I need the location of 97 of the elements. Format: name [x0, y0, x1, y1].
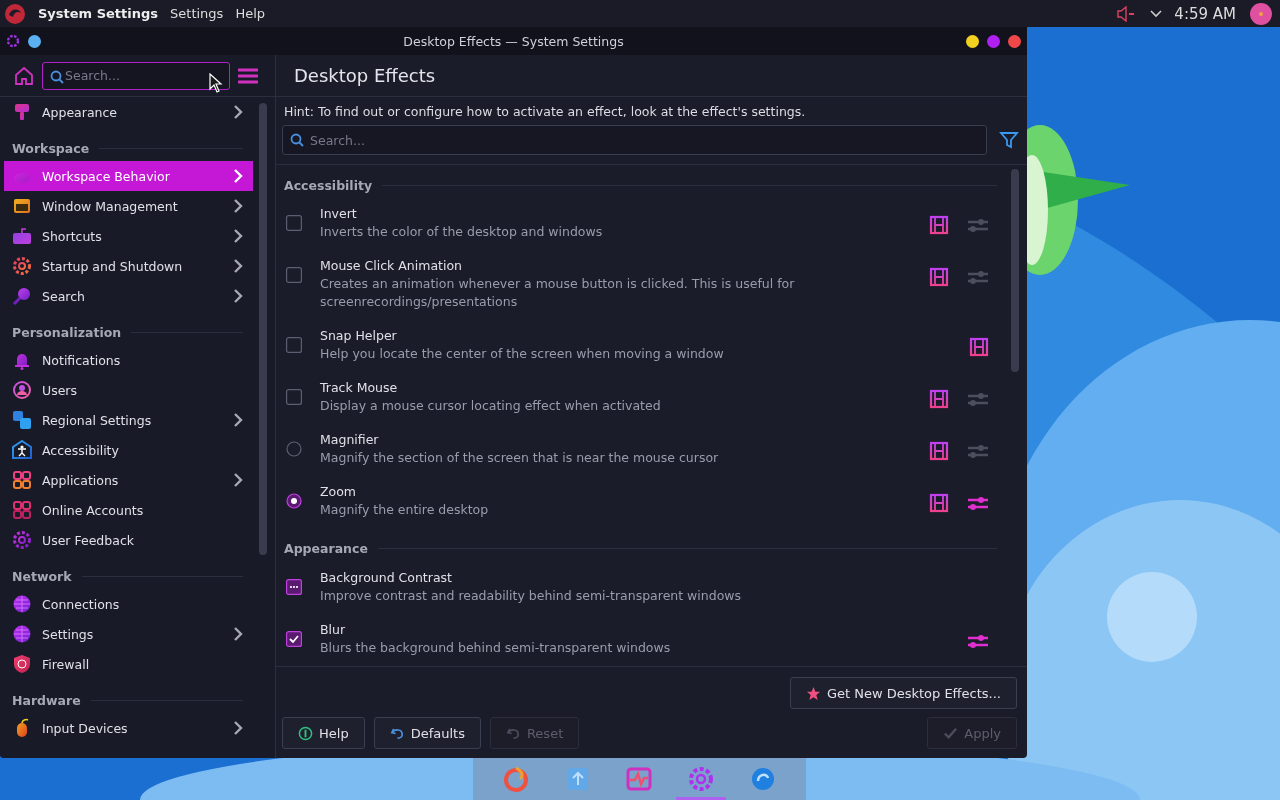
home-icon[interactable]	[14, 65, 34, 86]
sidebar-item[interactable]: Appearance	[4, 97, 253, 127]
checkmark-icon	[943, 725, 959, 741]
minimize-button[interactable]	[966, 34, 979, 48]
effect-description: Magnify the section of the screen that is near the mouse cursor	[320, 449, 720, 467]
scrollbar-thumb[interactable]	[1011, 169, 1019, 372]
gear-icon[interactable]	[6, 34, 20, 48]
effect-description: Blurs the background behind semi-transparent windows	[320, 639, 672, 657]
film-strip-icon[interactable]	[929, 389, 949, 409]
clock[interactable]: 4:59 AM	[1174, 4, 1236, 23]
sidebar-item[interactable]: Startup and Shutdown	[4, 251, 253, 281]
user-icon	[12, 380, 32, 400]
star-icon	[805, 685, 821, 701]
search-icon	[290, 133, 304, 147]
effect-name: Mouse Click Animation	[320, 257, 464, 275]
radio-button[interactable]	[286, 493, 302, 509]
avatar-icon[interactable]	[1250, 2, 1272, 25]
effect-description: Help you locate the center of the screen when moving a window	[320, 345, 725, 363]
grid-icon	[12, 500, 32, 520]
globe-icon	[12, 594, 32, 614]
sidebar-item[interactable]: User Feedback	[4, 525, 253, 555]
menu-icon[interactable]	[238, 67, 258, 84]
radio-button[interactable]	[286, 441, 302, 457]
gear-icon	[12, 530, 32, 550]
search-icon	[50, 69, 64, 84]
checkbox[interactable]	[286, 631, 302, 647]
menu-item[interactable]: Settings	[170, 6, 224, 21]
checkbox[interactable]	[286, 267, 302, 283]
magnifier-icon	[12, 286, 32, 306]
sidebar-item[interactable]: Window Management	[4, 191, 253, 221]
accessibility-icon	[12, 440, 32, 460]
film-strip-icon[interactable]	[929, 267, 949, 287]
language-icon	[12, 410, 32, 430]
effect-name: Magnifier	[320, 431, 380, 449]
sidebar-item[interactable]: Firewall	[4, 649, 253, 679]
effect-name: Blur	[320, 621, 347, 639]
window-title: Desktop Effects — System Settings	[403, 33, 624, 49]
search-field[interactable]: Search...	[282, 125, 987, 155]
effect-name: Zoom	[320, 483, 358, 501]
group-heading: Accessibility	[284, 177, 373, 193]
mouse-pointer-icon	[209, 73, 223, 93]
section-heading: Personalization	[12, 324, 122, 340]
pin-button[interactable]	[28, 34, 41, 48]
window-icon	[12, 196, 32, 216]
checkbox[interactable]	[286, 389, 302, 405]
sidebar-item[interactable]: Notifications	[4, 345, 253, 375]
section-heading: Workspace	[12, 140, 90, 156]
checkbox[interactable]	[286, 215, 302, 231]
sidebar-item[interactable]: Settings	[4, 619, 253, 649]
effect-name: Track Mouse	[320, 379, 399, 397]
film-strip-icon[interactable]	[929, 441, 949, 461]
defaults-button[interactable]: Defaults	[373, 717, 481, 749]
sidebar-item[interactable]: Shortcuts	[4, 221, 253, 251]
sidebar-item[interactable]: Input Devices	[4, 713, 253, 743]
sidebar-item[interactable]: Users	[4, 375, 253, 405]
gear-icon	[12, 256, 32, 276]
filter-icon[interactable]	[999, 130, 1019, 150]
hint-text: Hint: To find out or configure how to activate an effect, look at the effect's settings.	[283, 103, 807, 121]
app-name: System Settings	[38, 6, 159, 21]
chevron-down-icon[interactable]	[1150, 9, 1163, 18]
sidebar-item[interactable]: Connections	[4, 589, 253, 619]
effect-description: Display a mouse cursor locating effect when activated	[320, 397, 662, 415]
info-icon	[298, 725, 313, 741]
get-new-button[interactable]: Get New Desktop Effects...	[789, 677, 1017, 709]
search-field[interactable]: Search...	[42, 61, 230, 90]
menu-item[interactable]: Help	[235, 6, 265, 21]
checkbox[interactable]	[286, 579, 302, 595]
checkbox[interactable]	[286, 337, 302, 353]
effect-description: Inverts the color of the desktop and windows	[320, 223, 604, 241]
sidebar-item[interactable]: Search	[4, 281, 253, 311]
grid-icon	[12, 470, 32, 490]
sidebar-item[interactable]: Accessibility	[4, 435, 253, 465]
maximize-button[interactable]	[987, 34, 1000, 48]
effect-name: Invert	[320, 205, 358, 223]
film-strip-icon[interactable]	[969, 337, 989, 357]
help-button[interactable]: Help	[282, 717, 365, 749]
keyboard-icon	[12, 226, 32, 246]
sidebar-item[interactable]: Online Accounts	[4, 495, 253, 525]
section-heading: Network	[12, 568, 72, 584]
sidebar-item[interactable]: Workspace Behavior	[4, 161, 253, 191]
shield-icon	[12, 654, 32, 674]
scrollbar-thumb[interactable]	[259, 103, 267, 555]
effect-description: Improve contrast and readability behind semi-transparent windows	[320, 587, 743, 605]
sidebar-item[interactable]: Regional Settings	[4, 405, 253, 435]
close-button[interactable]	[1008, 34, 1021, 48]
film-strip-icon[interactable]	[929, 215, 949, 235]
paintbrush-icon	[12, 102, 32, 122]
page-title: Desktop Effects	[294, 65, 436, 86]
effect-description: Magnify the entire desktop	[320, 501, 490, 519]
sidebar-item[interactable]: Applications	[4, 465, 253, 495]
effect-name: Snap Helper	[320, 327, 398, 345]
effect-name: Background Contrast	[320, 569, 453, 587]
globe-icon	[12, 624, 32, 644]
section-heading: Hardware	[12, 692, 81, 708]
effect-description: Creates an animation whenever a mouse button is clicked. This is useful for screenrecordings/presentations	[320, 275, 796, 311]
group-heading: Appearance	[284, 540, 368, 556]
film-strip-icon[interactable]	[929, 493, 949, 513]
